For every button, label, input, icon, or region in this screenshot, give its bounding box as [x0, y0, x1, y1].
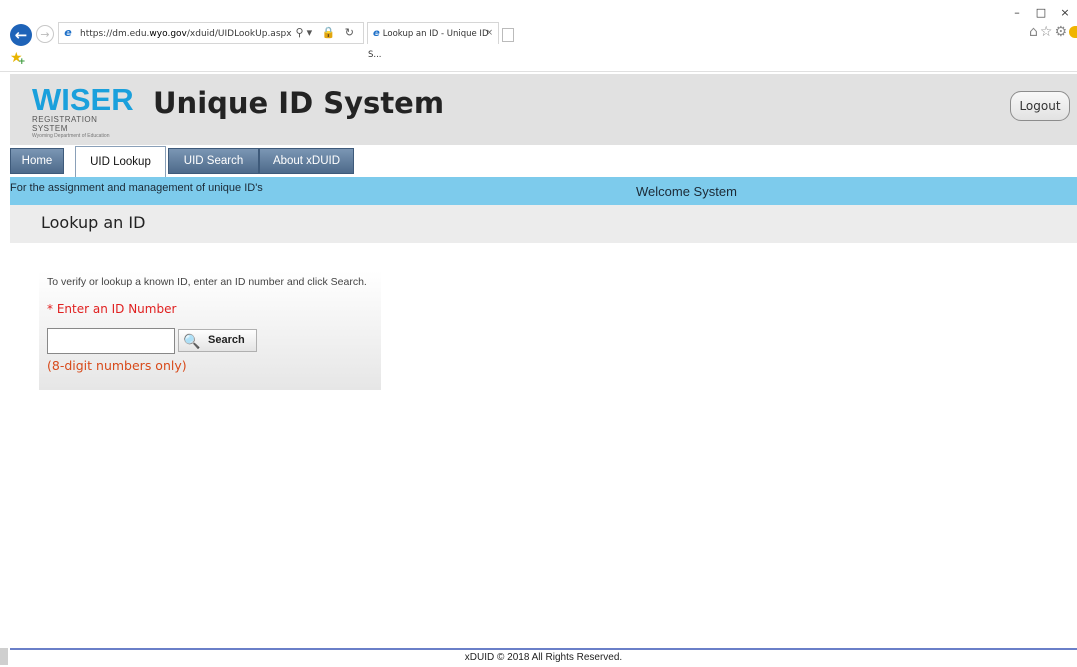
- welcome-text: Welcome System: [636, 184, 737, 199]
- site-header: WISER REGISTRATION SYSTEM Wyoming Depart…: [10, 74, 1077, 145]
- page-header: Lookup an ID: [10, 205, 1077, 243]
- id-format-hint: (8-digit numbers only): [47, 358, 187, 373]
- window-controls: – □ ×: [1005, 6, 1077, 19]
- footer-copyright: xDUID © 2018 All Rights Reserved.: [464, 652, 623, 663]
- browser-tab[interactable]: e Lookup an ID - Unique ID S... ×: [367, 22, 499, 60]
- logo-department: Wyoming Department of Education: [32, 133, 110, 139]
- tab-home[interactable]: Home: [10, 148, 64, 174]
- info-banner: For the assignment and management of uni…: [10, 177, 1077, 205]
- new-tab-icon[interactable]: [502, 28, 514, 42]
- search-button[interactable]: 🔍 Search: [178, 329, 257, 352]
- address-bar[interactable]: e https://dm.edu.wyo.gov/xduid/UIDLookUp.…: [58, 22, 364, 44]
- close-tab-icon[interactable]: ×: [486, 23, 493, 44]
- forward-arrow-icon[interactable]: →: [36, 25, 54, 43]
- wiser-logo: WISER REGISTRATION SYSTEM Wyoming Depart…: [32, 82, 134, 139]
- main-nav: Home UID Lookup UID Search About xDUID: [10, 145, 1077, 177]
- favorites-star-icon[interactable]: ☆: [1040, 24, 1055, 40]
- search-button-label: Search: [208, 334, 245, 346]
- ie-logo-icon: e: [64, 26, 72, 39]
- back-arrow-icon[interactable]: ←: [10, 24, 32, 46]
- close-window-icon[interactable]: ×: [1053, 6, 1077, 19]
- lookup-panel: To verify or lookup a known ID, enter an…: [39, 271, 381, 390]
- logo-main-text: WISER: [32, 82, 134, 117]
- logout-button[interactable]: Logout: [1010, 91, 1070, 121]
- tab-uid-lookup[interactable]: UID Lookup: [75, 146, 166, 177]
- id-number-label: * Enter an ID Number: [47, 302, 177, 316]
- magnifier-icon: 🔍: [183, 333, 201, 349]
- tab-about-xduid[interactable]: About xDUID: [259, 148, 354, 174]
- toolbar-icons: ⌂☆⚙: [1029, 24, 1077, 40]
- add-plus-icon: +: [18, 57, 26, 67]
- home-icon[interactable]: ⌂: [1029, 24, 1040, 40]
- footer-edge: [0, 648, 8, 665]
- address-url: https://dm.edu.wyo.gov/xduid/UIDLookUp.a…: [80, 29, 292, 39]
- smiley-feedback-icon[interactable]: [1069, 26, 1077, 38]
- site-title: Unique ID System: [153, 86, 445, 120]
- logo-subtitle: REGISTRATION SYSTEM: [32, 115, 98, 133]
- banner-tagline: For the assignment and management of uni…: [10, 182, 263, 194]
- minimize-icon[interactable]: –: [1005, 6, 1029, 19]
- restore-icon[interactable]: □: [1029, 6, 1053, 19]
- browser-chrome: ← → e https://dm.edu.wyo.gov/xduid/UIDLoo…: [0, 0, 1077, 72]
- id-number-input[interactable]: [47, 328, 175, 354]
- tab-uid-search[interactable]: UID Search: [168, 148, 259, 174]
- tab-ie-icon: e: [373, 28, 380, 39]
- favorites-bar: ★ +: [0, 47, 1077, 72]
- settings-gear-icon[interactable]: ⚙: [1054, 24, 1069, 40]
- lookup-instructions: To verify or lookup a known ID, enter an…: [47, 276, 367, 288]
- address-tools-icons[interactable]: ⚲▾ 🔒 ↻: [296, 23, 357, 43]
- footer: xDUID © 2018 All Rights Reserved.: [10, 648, 1077, 667]
- page-title: Lookup an ID: [41, 213, 146, 232]
